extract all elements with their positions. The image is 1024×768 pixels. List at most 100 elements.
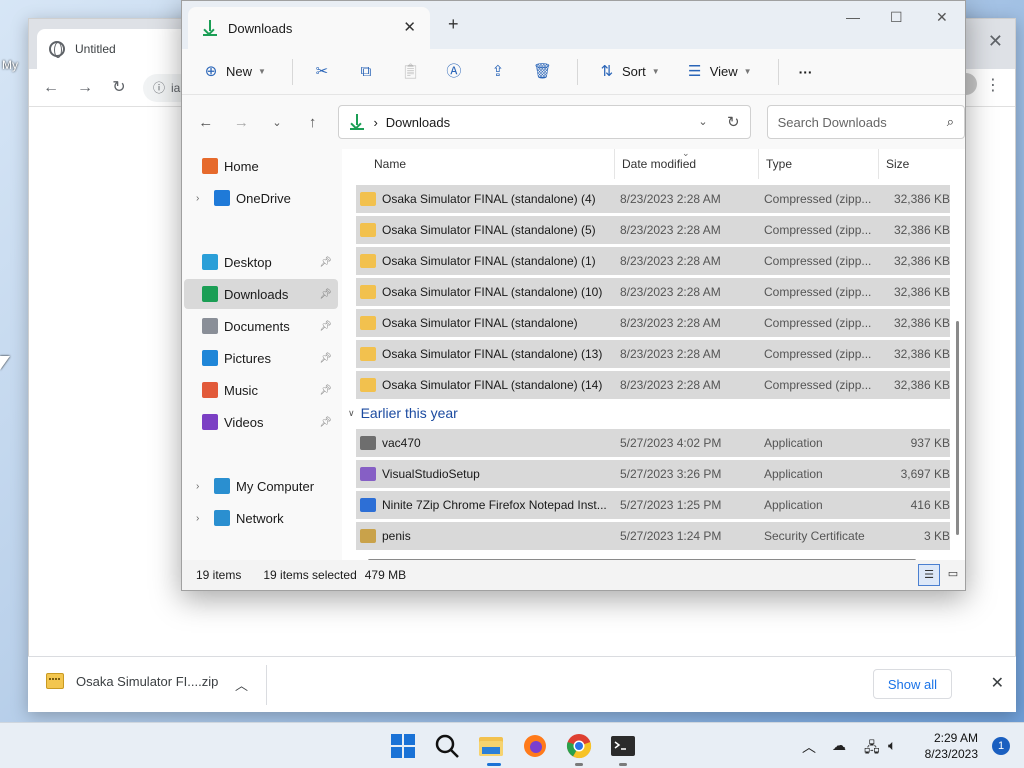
- refresh-icon[interactable]: ↻: [727, 113, 740, 131]
- vertical-scrollbar[interactable]: [956, 321, 959, 535]
- cloud-offline-icon[interactable]: ☁: [832, 737, 846, 754]
- rename-button[interactable]: Ⓐ: [445, 63, 463, 81]
- reload-icon[interactable]: ↻: [109, 78, 129, 98]
- file-row[interactable]: Osaka Simulator FINAL (standalone) (14) 8…: [356, 371, 950, 399]
- browser-close-icon[interactable]: ✕: [988, 31, 1003, 52]
- show-all-button[interactable]: Show all: [872, 669, 952, 699]
- desktop-icon-label[interactable]: My: [2, 58, 18, 72]
- expand-chevron-icon[interactable]: ›: [196, 513, 212, 524]
- file-name: Osaka Simulator FINAL (standalone): [382, 316, 578, 330]
- column-size[interactable]: Size: [886, 157, 909, 171]
- file-row[interactable]: penis 5/27/2023 1:24 PM Security Certifica…: [356, 522, 950, 550]
- notification-badge[interactable]: 1: [992, 737, 1010, 755]
- browser-menu-icon[interactable]: ⋮: [985, 75, 1001, 95]
- file-row[interactable]: vac470 5/27/2023 4:02 PM Application 937 KB: [356, 429, 950, 457]
- file-explorer-window: Downloads ✕ + — ☐ ✕ ⊕ New ▼ ✂ ⧉ 📋︎ Ⓐ ⇪ 🗑…: [181, 0, 966, 591]
- search-input[interactable]: Search Downloads ⌕: [766, 105, 965, 139]
- start-icon[interactable]: [390, 733, 416, 759]
- address-bar[interactable]: › Downloads ⌄ ↻: [338, 105, 751, 139]
- browser-tab[interactable]: Untitled: [37, 29, 197, 69]
- file-row[interactable]: Osaka Simulator FINAL (standalone) (1) 8/…: [356, 247, 950, 275]
- sidebar-item-music[interactable]: Music 📌︎: [184, 375, 338, 405]
- minimize-icon[interactable]: —: [846, 9, 860, 25]
- close-icon[interactable]: ✕: [936, 9, 948, 26]
- pin-icon: 📌︎: [319, 320, 332, 332]
- column-name[interactable]: Name: [374, 157, 406, 171]
- file-row[interactable]: Osaka Simulator FINAL (standalone) (5) 8/…: [356, 216, 950, 244]
- sidebar-item-onedrive[interactable]: › OneDrive: [184, 183, 338, 213]
- cut-button[interactable]: ✂: [313, 63, 331, 81]
- explorer-body: Home › OneDrive Desktop 📌︎ Downloads 📌︎ Documen…: [182, 148, 965, 562]
- chevron-down-icon[interactable]: ⌄: [698, 115, 707, 128]
- sort-button[interactable]: ⇅ Sort ▼: [598, 63, 660, 81]
- chevron-up-icon[interactable]: ︿: [802, 737, 816, 757]
- file-row[interactable]: Osaka Simulator FINAL (standalone) 8/23/2…: [356, 309, 950, 337]
- expand-chevron-icon[interactable]: ›: [196, 481, 212, 492]
- view-button[interactable]: ☰ View ▼: [686, 63, 752, 81]
- sidebar-item-videos[interactable]: Videos 📌︎: [184, 407, 338, 437]
- chevron-down-icon: ▼: [743, 67, 752, 76]
- volume-icon[interactable]: 🔈︎: [888, 737, 896, 754]
- tiles-view-icon[interactable]: ▭: [942, 564, 964, 586]
- expand-chevron-icon[interactable]: ›: [196, 193, 212, 204]
- network-icon[interactable]: 🖧︎: [864, 737, 880, 761]
- firefox-icon[interactable]: [522, 733, 548, 759]
- sidebar-item-network[interactable]: › Network: [184, 503, 338, 533]
- sidebar-item-home[interactable]: Home: [184, 151, 338, 181]
- shelf-close-icon[interactable]: ✕: [991, 673, 1004, 693]
- terminal-icon[interactable]: [610, 733, 636, 759]
- details-view-icon[interactable]: ☰: [918, 564, 940, 586]
- explorer-tab[interactable]: Downloads ✕: [188, 7, 430, 49]
- music-icon: [202, 382, 218, 398]
- sidebar-item-desktop[interactable]: Desktop 📌︎: [184, 247, 338, 277]
- file-row[interactable]: Osaka Simulator FINAL (standalone) (13) 8…: [356, 340, 950, 368]
- sidebar-item-pictures[interactable]: Pictures 📌︎: [184, 343, 338, 373]
- clock[interactable]: 2:29 AM 8/23/2023: [925, 730, 978, 762]
- up-icon[interactable]: ↑: [303, 114, 323, 131]
- file-row[interactable]: Osaka Simulator FINAL (standalone) (4) 8/…: [356, 185, 950, 213]
- plus-circle-icon: ⊕: [204, 62, 218, 80]
- chevron-up-icon[interactable]: ︿: [235, 675, 248, 694]
- file-row[interactable]: Osaka Simulator FINAL (standalone) (10) 8…: [356, 278, 950, 306]
- file-size: 3,697 KB: [900, 467, 950, 481]
- sidebar-item-documents[interactable]: Documents 📌︎: [184, 311, 338, 341]
- sidebar-item-my-computer[interactable]: › My Computer: [184, 471, 338, 501]
- file-row[interactable]: Ninite 7Zip Chrome Firefox Notepad Inst.…: [356, 491, 950, 519]
- back-icon[interactable]: ←: [196, 114, 216, 131]
- chrome-icon[interactable]: [566, 733, 592, 759]
- recent-locations-icon[interactable]: ⌄: [267, 116, 287, 129]
- column-type[interactable]: Type: [766, 157, 792, 171]
- share-button[interactable]: ⇪: [489, 63, 507, 81]
- more-options-button[interactable]: ···: [799, 64, 813, 80]
- divider: [576, 58, 578, 85]
- forward-icon[interactable]: →: [75, 78, 95, 98]
- certificate-icon: [360, 529, 376, 543]
- share-icon: ⇪: [491, 62, 505, 80]
- column-date-modified[interactable]: Date modified: [622, 157, 696, 171]
- status-bar: 19 items 19 items selected 479 MB ☰ ▭: [182, 560, 965, 590]
- file-row[interactable]: VisualStudioSetup 5/27/2023 3:26 PM Applic…: [356, 460, 950, 488]
- documents-icon: [202, 318, 218, 334]
- forward-icon[interactable]: →: [232, 114, 252, 131]
- back-icon[interactable]: ←: [41, 78, 61, 98]
- view-label: View: [709, 64, 738, 79]
- tab-close-icon[interactable]: ✕: [403, 18, 416, 36]
- paste-button[interactable]: 📋︎: [401, 63, 420, 81]
- new-tab-icon[interactable]: +: [448, 14, 459, 35]
- file-explorer-icon[interactable]: [478, 733, 504, 759]
- download-item[interactable]: Osaka Simulator FI....zip: [46, 673, 218, 689]
- group-header-earlier[interactable]: ∨ Earlier this year: [348, 405, 458, 421]
- breadcrumb-downloads[interactable]: Downloads: [386, 115, 450, 130]
- sidebar-item-downloads[interactable]: Downloads 📌︎: [184, 279, 338, 309]
- maximize-icon[interactable]: ☐: [890, 9, 903, 26]
- delete-button[interactable]: 🗑︎: [533, 63, 552, 81]
- selected-size: 479 MB: [364, 568, 407, 582]
- clock-date: 8/23/2023: [924, 747, 978, 761]
- new-button[interactable]: ⊕ New ▼: [202, 63, 266, 81]
- copy-button[interactable]: ⧉: [357, 63, 375, 81]
- download-shelf: Osaka Simulator FI....zip ︿ Show all ✕: [28, 656, 1016, 712]
- pin-icon: 📌︎: [319, 288, 332, 300]
- file-name: Ninite 7Zip Chrome Firefox Notepad Inst.…: [382, 498, 607, 512]
- file-name: Osaka Simulator FINAL (standalone) (5): [382, 223, 596, 237]
- search-icon[interactable]: [434, 733, 460, 759]
